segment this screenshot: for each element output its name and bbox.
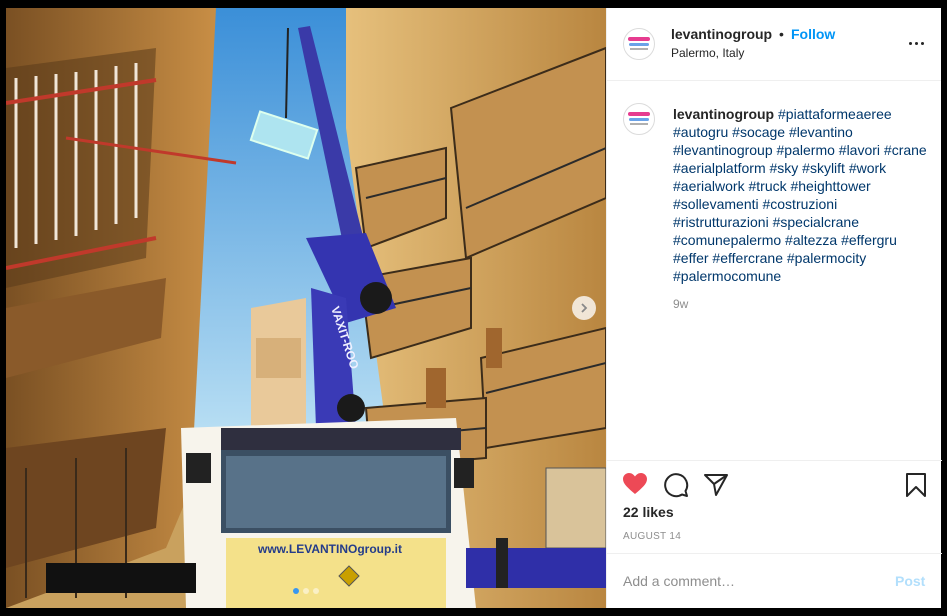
post-container: VAXIT-ROO www.LEVANTINOgroup.it levantin…: [6, 8, 942, 609]
comment-icon[interactable]: [663, 472, 689, 498]
avatar[interactable]: [623, 103, 655, 135]
post-header: levantinogroup • Follow Palermo, Italy: [607, 8, 941, 81]
svg-text:www.LEVANTINOgroup.it: www.LEVANTINOgroup.it: [257, 542, 402, 556]
action-section: 22 likes AUGUST 14 Post: [607, 460, 942, 609]
bookmark-icon[interactable]: [905, 472, 927, 498]
avatar[interactable]: [623, 28, 655, 60]
chevron-right-icon: [581, 303, 588, 313]
follow-button[interactable]: Follow: [791, 26, 835, 42]
more-options-icon[interactable]: [909, 42, 924, 45]
likes-count[interactable]: 22 likes: [623, 504, 674, 520]
caption-hashtags[interactable]: #piattaformeaeree #autogru #socage #leva…: [673, 106, 927, 284]
heart-filled-icon[interactable]: [622, 472, 648, 496]
post-comment-button[interactable]: Post: [895, 573, 925, 589]
caption-text: levantinogroup #piattaformeaeree #autogr…: [673, 105, 927, 285]
post-photo[interactable]: VAXIT-ROO www.LEVANTINOgroup.it: [6, 8, 606, 608]
carousel-dot: [293, 588, 299, 594]
comment-input[interactable]: [623, 570, 883, 592]
caption-username[interactable]: levantinogroup: [673, 106, 774, 122]
next-image-button[interactable]: [572, 296, 596, 320]
carousel-dot: [313, 588, 319, 594]
post-timestamp[interactable]: 9w: [673, 297, 688, 311]
caption-section: levantinogroup #piattaformeaeree #autogr…: [607, 81, 942, 460]
username-link[interactable]: levantinogroup: [671, 26, 772, 42]
post-date[interactable]: AUGUST 14: [623, 531, 681, 542]
separator-dot: •: [779, 26, 784, 42]
post-side-panel: levantinogroup • Follow Palermo, Italy l…: [606, 8, 942, 609]
carousel-indicator: [6, 588, 606, 594]
crane-truck-image: VAXIT-ROO www.LEVANTINOgroup.it: [6, 8, 606, 608]
comment-box: Post: [607, 553, 942, 610]
send-icon[interactable]: [703, 472, 729, 498]
carousel-dot: [303, 588, 309, 594]
location-link[interactable]: Palermo, Italy: [671, 46, 744, 60]
